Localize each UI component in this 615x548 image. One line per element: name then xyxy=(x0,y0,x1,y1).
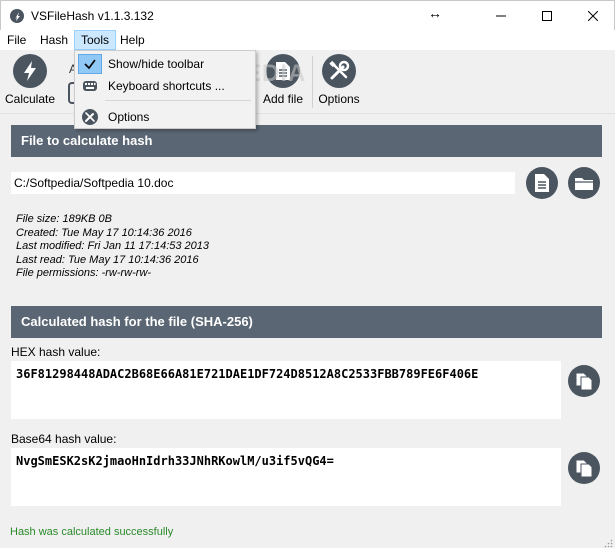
title-bar: VSFileHash v1.1.3.132 ↔ xyxy=(0,0,615,30)
minimize-button[interactable] xyxy=(478,1,524,31)
main-panel: File to calculate hash File size: 189KB … xyxy=(0,115,615,548)
maximize-icon xyxy=(542,11,552,21)
calculate-label: Calculate xyxy=(4,92,56,106)
options-label: Options xyxy=(318,92,360,106)
check-icon xyxy=(84,59,96,70)
keyboard-icon xyxy=(83,81,97,91)
hex-hash-field[interactable]: 36F81298448ADAC2B68E66A81E721DAE1DF724D8… xyxy=(11,361,561,419)
window-title: VSFileHash v1.1.3.132 xyxy=(31,9,154,23)
lightning-icon xyxy=(13,54,47,88)
minimize-icon xyxy=(496,15,506,17)
tools-dropdown-menu: Show/hide toolbar Keyboard shortcuts ...… xyxy=(74,50,256,129)
add-file-label: Add file xyxy=(262,92,304,106)
close-button[interactable] xyxy=(570,1,615,31)
close-icon xyxy=(588,11,598,21)
maximize-button[interactable] xyxy=(524,1,570,31)
calculate-button[interactable]: Calculate xyxy=(4,54,56,106)
menu-item-options[interactable]: Options xyxy=(77,106,253,128)
menu-help[interactable]: Help xyxy=(114,30,151,50)
document-icon xyxy=(535,174,549,192)
open-file-button[interactable] xyxy=(526,167,558,199)
menu-hash[interactable]: Hash xyxy=(34,30,74,50)
hex-hash-label: HEX hash value: xyxy=(11,345,101,359)
menu-item-keyboard-shortcuts[interactable]: Keyboard shortcuts ... xyxy=(77,75,253,97)
hash-section-header: Calculated hash for the file (SHA-256) xyxy=(11,306,602,338)
menu-file[interactable]: File xyxy=(1,30,32,50)
wrench-screwdriver-icon xyxy=(322,54,356,88)
file-created: Created: Tue May 17 10:14:36 2016 xyxy=(16,226,192,239)
open-folder-button[interactable] xyxy=(568,167,600,199)
menu-tools[interactable]: Tools xyxy=(74,30,117,50)
wrench-screwdriver-icon xyxy=(82,109,98,125)
app-logo-icon xyxy=(10,9,24,23)
options-button[interactable]: Options xyxy=(316,54,362,106)
file-path-field[interactable] xyxy=(11,172,515,194)
file-permissions: File permissions: -rw-rw-rw- xyxy=(16,267,152,279)
file-size: File size: 189KB 0B xyxy=(16,213,112,225)
copy-base64-button[interactable] xyxy=(568,452,600,484)
file-info: File size: 189KB 0B Created: Tue May 17 … xyxy=(16,213,209,281)
base64-hash-field[interactable]: NvgSmESK2sK2jmaoHnIdrh33JNhRKowlM/u3if5v… xyxy=(11,448,561,506)
menu-item-show-hide-toolbar[interactable]: Show/hide toolbar xyxy=(77,53,253,75)
show-hide-toolbar-label: Show/hide toolbar xyxy=(108,57,205,71)
file-section-header: File to calculate hash xyxy=(11,125,602,157)
folder-icon xyxy=(575,178,593,190)
keyboard-shortcuts-label: Keyboard shortcuts ... xyxy=(108,79,225,93)
resize-cursor-icon: ↔ xyxy=(428,5,442,21)
copy-icon xyxy=(575,459,593,478)
copy-hex-button[interactable] xyxy=(568,365,600,397)
menu-separator xyxy=(105,100,251,101)
options-menu-label: Options xyxy=(108,110,150,124)
base64-hash-label: Base64 hash value: xyxy=(11,432,117,446)
copy-icon xyxy=(575,372,593,391)
toolbar-separator xyxy=(312,56,313,108)
file-modified: Last modified: Fri Jan 11 17:14:53 2013 xyxy=(16,240,210,252)
status-message: Hash was calculated successfully xyxy=(10,526,174,538)
file-last-read: Last read: Tue May 17 10:14:36 2016 xyxy=(16,253,199,266)
menu-bar: File Hash Tools Help xyxy=(0,30,615,50)
